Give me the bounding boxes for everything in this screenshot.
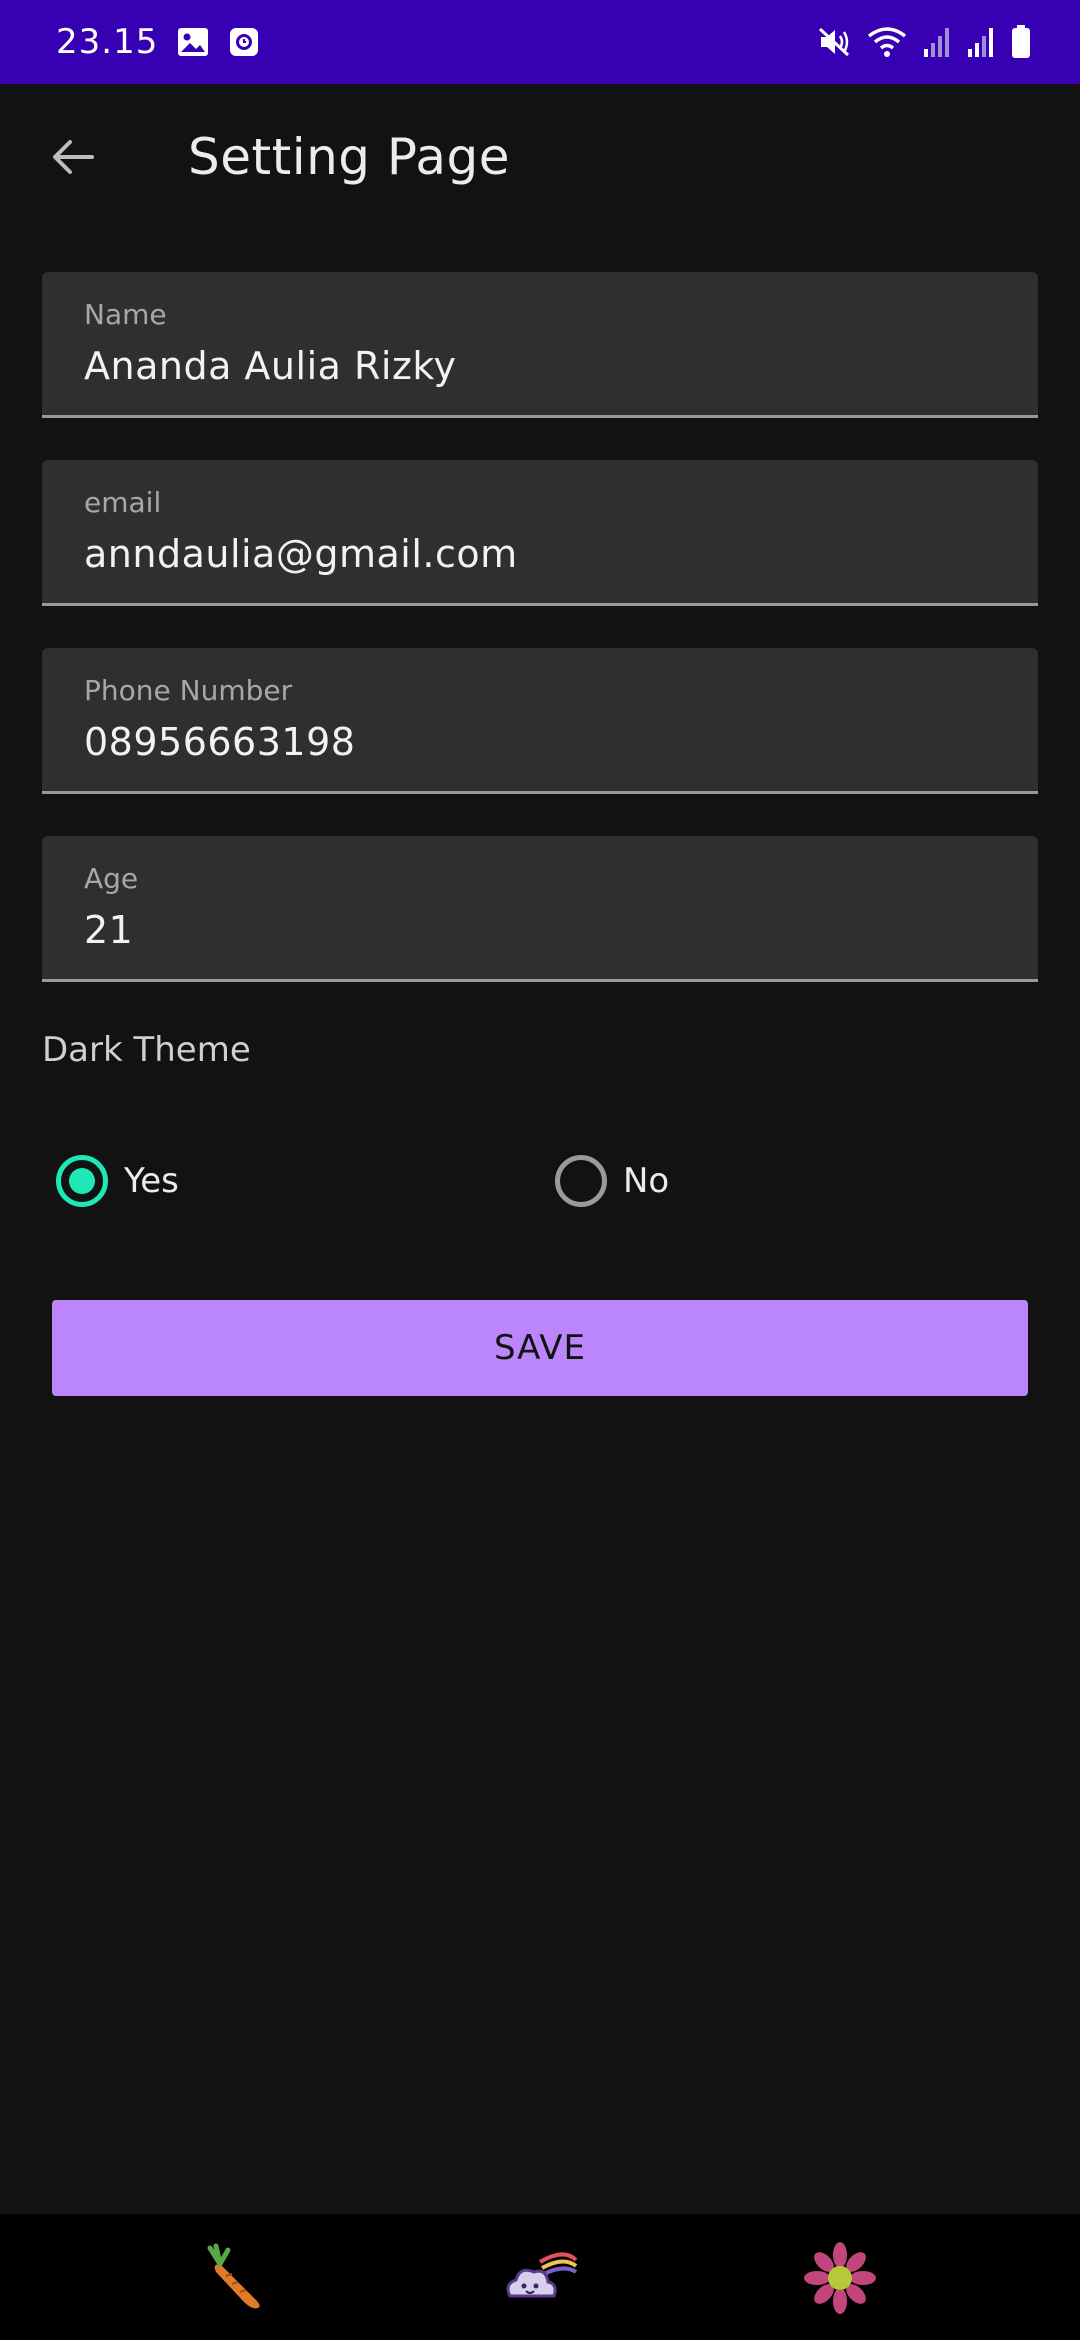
arrow-left-icon (53, 140, 94, 174)
phone-field-value: 08956663198 (84, 720, 356, 764)
bottom-navigation (0, 2214, 1080, 2340)
theme-option-no-label: No (623, 1161, 670, 1201)
signal-icon (922, 25, 952, 59)
signal-icon (966, 25, 996, 59)
status-time: 23.15 (56, 22, 159, 62)
name-field[interactable]: Name Ananda Aulia Rizky (42, 272, 1038, 418)
nav-item-cloud[interactable] (498, 2236, 582, 2320)
save-button[interactable]: SAVE (52, 1300, 1028, 1396)
name-field-value: Ananda Aulia Rizky (84, 344, 457, 388)
page-title: Setting Page (188, 128, 510, 186)
theme-option-no[interactable]: No (555, 1150, 669, 1212)
gallery-icon (176, 25, 210, 59)
back-button[interactable] (40, 124, 106, 190)
theme-option-yes[interactable]: Yes (56, 1150, 179, 1212)
status-bar: 23.15 (0, 0, 1080, 84)
age-field[interactable]: Age 21 (42, 836, 1038, 982)
name-field-label: Name (84, 298, 167, 331)
radio-checked-icon[interactable] (56, 1155, 108, 1207)
email-field-value: anndaulia@gmail.com (84, 532, 518, 576)
carrot-icon (207, 2243, 260, 2309)
nav-item-flower[interactable] (798, 2236, 882, 2320)
mute-icon (816, 24, 852, 60)
flower-icon (804, 2242, 876, 2314)
rainbow-cloud-icon (506, 2252, 578, 2298)
phone-field[interactable]: Phone Number 08956663198 (42, 648, 1038, 794)
wifi-icon (866, 24, 908, 60)
email-field[interactable]: email anndaulia@gmail.com (42, 460, 1038, 606)
dark-theme-label: Dark Theme (42, 1030, 251, 1070)
age-field-value: 21 (84, 908, 134, 952)
nav-item-carrot[interactable] (196, 2236, 280, 2320)
clock-app-icon (228, 26, 260, 58)
app-bar: Setting Page (0, 84, 1080, 232)
age-field-label: Age (84, 862, 139, 895)
radio-unchecked-icon[interactable] (555, 1155, 607, 1207)
status-bar-right (816, 24, 1032, 60)
email-field-label: email (84, 486, 162, 519)
status-bar-left: 23.15 (56, 22, 260, 62)
theme-option-yes-label: Yes (124, 1161, 179, 1201)
phone-field-label: Phone Number (84, 674, 293, 707)
battery-icon (1010, 24, 1032, 60)
